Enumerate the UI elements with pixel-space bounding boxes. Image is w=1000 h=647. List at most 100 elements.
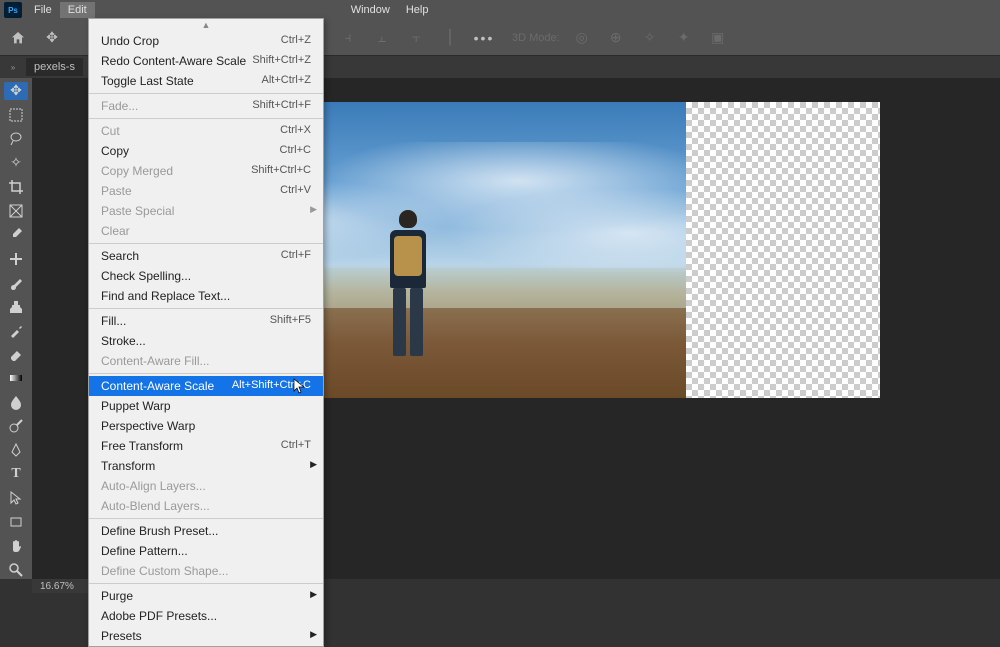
menu-item-label: Fade... [101,99,138,113]
pan-icon[interactable]: ⊕ [604,26,628,50]
menu-item-label: Content-Aware Fill... [101,354,210,368]
menu-item-label: Perspective Warp [101,419,195,433]
menu-item-toggle-last-state[interactable]: Toggle Last StateAlt+Ctrl+Z [89,71,323,91]
menu-edit[interactable]: Edit [60,2,95,18]
menu-separator [89,308,323,309]
menu-item-presets[interactable]: Presets▶ [89,626,323,646]
menu-item-label: Define Brush Preset... [101,524,218,538]
menu-item-label: Transform [101,459,155,473]
menu-item-perspective-warp[interactable]: Perspective Warp [89,416,323,436]
menu-item-label: Free Transform [101,439,183,453]
menu-item-shortcut: Shift+F5 [270,314,311,328]
menu-item-auto-align-layers: Auto-Align Layers... [89,476,323,496]
light-icon[interactable]: ✦ [672,26,696,50]
history-brush-tool-icon[interactable] [4,322,28,340]
clone-stamp-tool-icon[interactable] [4,298,28,316]
align-center-h-icon[interactable]: ⫠ [370,26,394,50]
marquee-tool-icon[interactable] [4,106,28,124]
align-right-icon[interactable]: ⫟ [404,26,428,50]
blur-tool-icon[interactable] [4,393,28,411]
menu-item-cut: CutCtrl+X [89,121,323,141]
menu-item-define-brush-preset[interactable]: Define Brush Preset... [89,521,323,541]
menu-item-label: Adobe PDF Presets... [101,609,217,623]
menu-separator [89,93,323,94]
eraser-tool-icon[interactable] [4,345,28,363]
gradient-tool-icon[interactable] [4,369,28,387]
magic-wand-tool-icon[interactable]: ✧ [4,154,28,172]
document-tab[interactable]: pexels-s [26,58,83,76]
menu-separator [89,118,323,119]
move-tool-icon[interactable]: ✥ [4,82,28,100]
menu-item-label: Paste [101,184,132,198]
menu-item-clear: Clear [89,221,323,241]
align-sep-icon: ⎮ [438,26,462,50]
edit-menu-dropdown: ▲ Undo Crop Ctrl+Z Redo Content-Aware Scal… [88,18,324,647]
menu-item-label: Copy Merged [101,164,173,178]
menu-separator [89,373,323,374]
brush-tool-icon[interactable] [4,274,28,292]
menu-item-stroke[interactable]: Stroke... [89,331,323,351]
menu-item-puppet-warp[interactable]: Puppet Warp [89,396,323,416]
crop-tool-icon[interactable] [4,178,28,196]
hand-tool-icon[interactable] [4,537,28,555]
menu-item-undo-crop[interactable]: Undo Crop Ctrl+Z [89,31,323,51]
align-left-icon[interactable]: ⫞ [336,26,360,50]
menu-item-label: Auto-Blend Layers... [101,499,210,513]
menu-item-shortcut: Shift+Ctrl+C [251,164,311,178]
menu-item-redo-content-aware-scale[interactable]: Redo Content-Aware ScaleShift+Ctrl+Z [89,51,323,71]
pen-tool-icon[interactable] [4,441,28,459]
orbit-icon[interactable]: ◎ [570,26,594,50]
menu-item-label: Cut [101,124,120,138]
menu-item-label: Define Custom Shape... [101,564,228,578]
menu-item-label: Fill... [101,314,126,328]
scale-3d-icon[interactable]: ✧ [638,26,662,50]
menu-item-define-custom-shape: Define Custom Shape... [89,561,323,581]
more-options-icon[interactable]: ••• [472,26,496,50]
home-icon[interactable] [6,26,30,50]
menu-window[interactable]: Window [343,2,398,18]
menu-item-free-transform[interactable]: Free Transform Ctrl+T [89,436,323,456]
menu-scroll-up-icon[interactable]: ▲ [89,19,323,31]
dodge-tool-icon[interactable] [4,417,28,435]
menu-item-shortcut: Ctrl+T [281,439,311,453]
move-tool-icon[interactable]: ✥ [40,26,64,50]
menu-item-search[interactable]: SearchCtrl+F [89,246,323,266]
menu-item-adobe-pdf-presets[interactable]: Adobe PDF Presets... [89,606,323,626]
zoom-tool-icon[interactable] [4,561,28,579]
healing-brush-tool-icon[interactable] [4,250,28,268]
cursor-icon [293,378,305,394]
menu-item-label: Undo Crop [101,34,159,48]
menu-item-check-spelling[interactable]: Check Spelling... [89,266,323,286]
menu-item-auto-blend-layers: Auto-Blend Layers... [89,496,323,516]
menu-item-label: Toggle Last State [101,74,194,88]
frame-tool-icon[interactable] [4,202,28,220]
menu-separator [89,243,323,244]
eyedropper-tool-icon[interactable] [4,226,28,244]
menu-item-content-aware-scale[interactable]: Content-Aware ScaleAlt+Shift+Ctrl+C [89,376,323,396]
menu-item-label: Stroke... [101,334,146,348]
zoom-level[interactable]: 16.67% [40,581,74,592]
menu-item-copy[interactable]: CopyCtrl+C [89,141,323,161]
menu-item-label: Clear [101,224,130,238]
transparent-area [686,102,880,398]
menu-item-label: Check Spelling... [101,269,191,283]
menu-file[interactable]: File [26,2,60,18]
menu-item-find-and-replace-text[interactable]: Find and Replace Text... [89,286,323,306]
lasso-tool-icon[interactable] [4,130,28,148]
menu-item-transform[interactable]: Transform▶ [89,456,323,476]
app-icon: Ps [4,2,22,18]
menu-item-purge[interactable]: Purge▶ [89,586,323,606]
menu-item-define-pattern[interactable]: Define Pattern... [89,541,323,561]
camera-3d-icon[interactable]: ▣ [706,26,730,50]
rectangle-tool-icon[interactable] [4,513,28,531]
menu-item-label: Paste Special [101,204,174,218]
menu-item-content-aware-fill: Content-Aware Fill... [89,351,323,371]
menu-item-fill[interactable]: Fill... Shift+F5 [89,311,323,331]
tab-chevron-icon[interactable]: » [6,60,20,74]
path-selection-tool-icon[interactable] [4,489,28,507]
type-tool-icon[interactable]: T [4,465,28,483]
mode-label: 3D Mode: [512,32,560,44]
menu-help[interactable]: Help [398,2,437,18]
menu-item-shortcut: Ctrl+Z [281,34,311,48]
menu-item-fade: Fade...Shift+Ctrl+F [89,96,323,116]
